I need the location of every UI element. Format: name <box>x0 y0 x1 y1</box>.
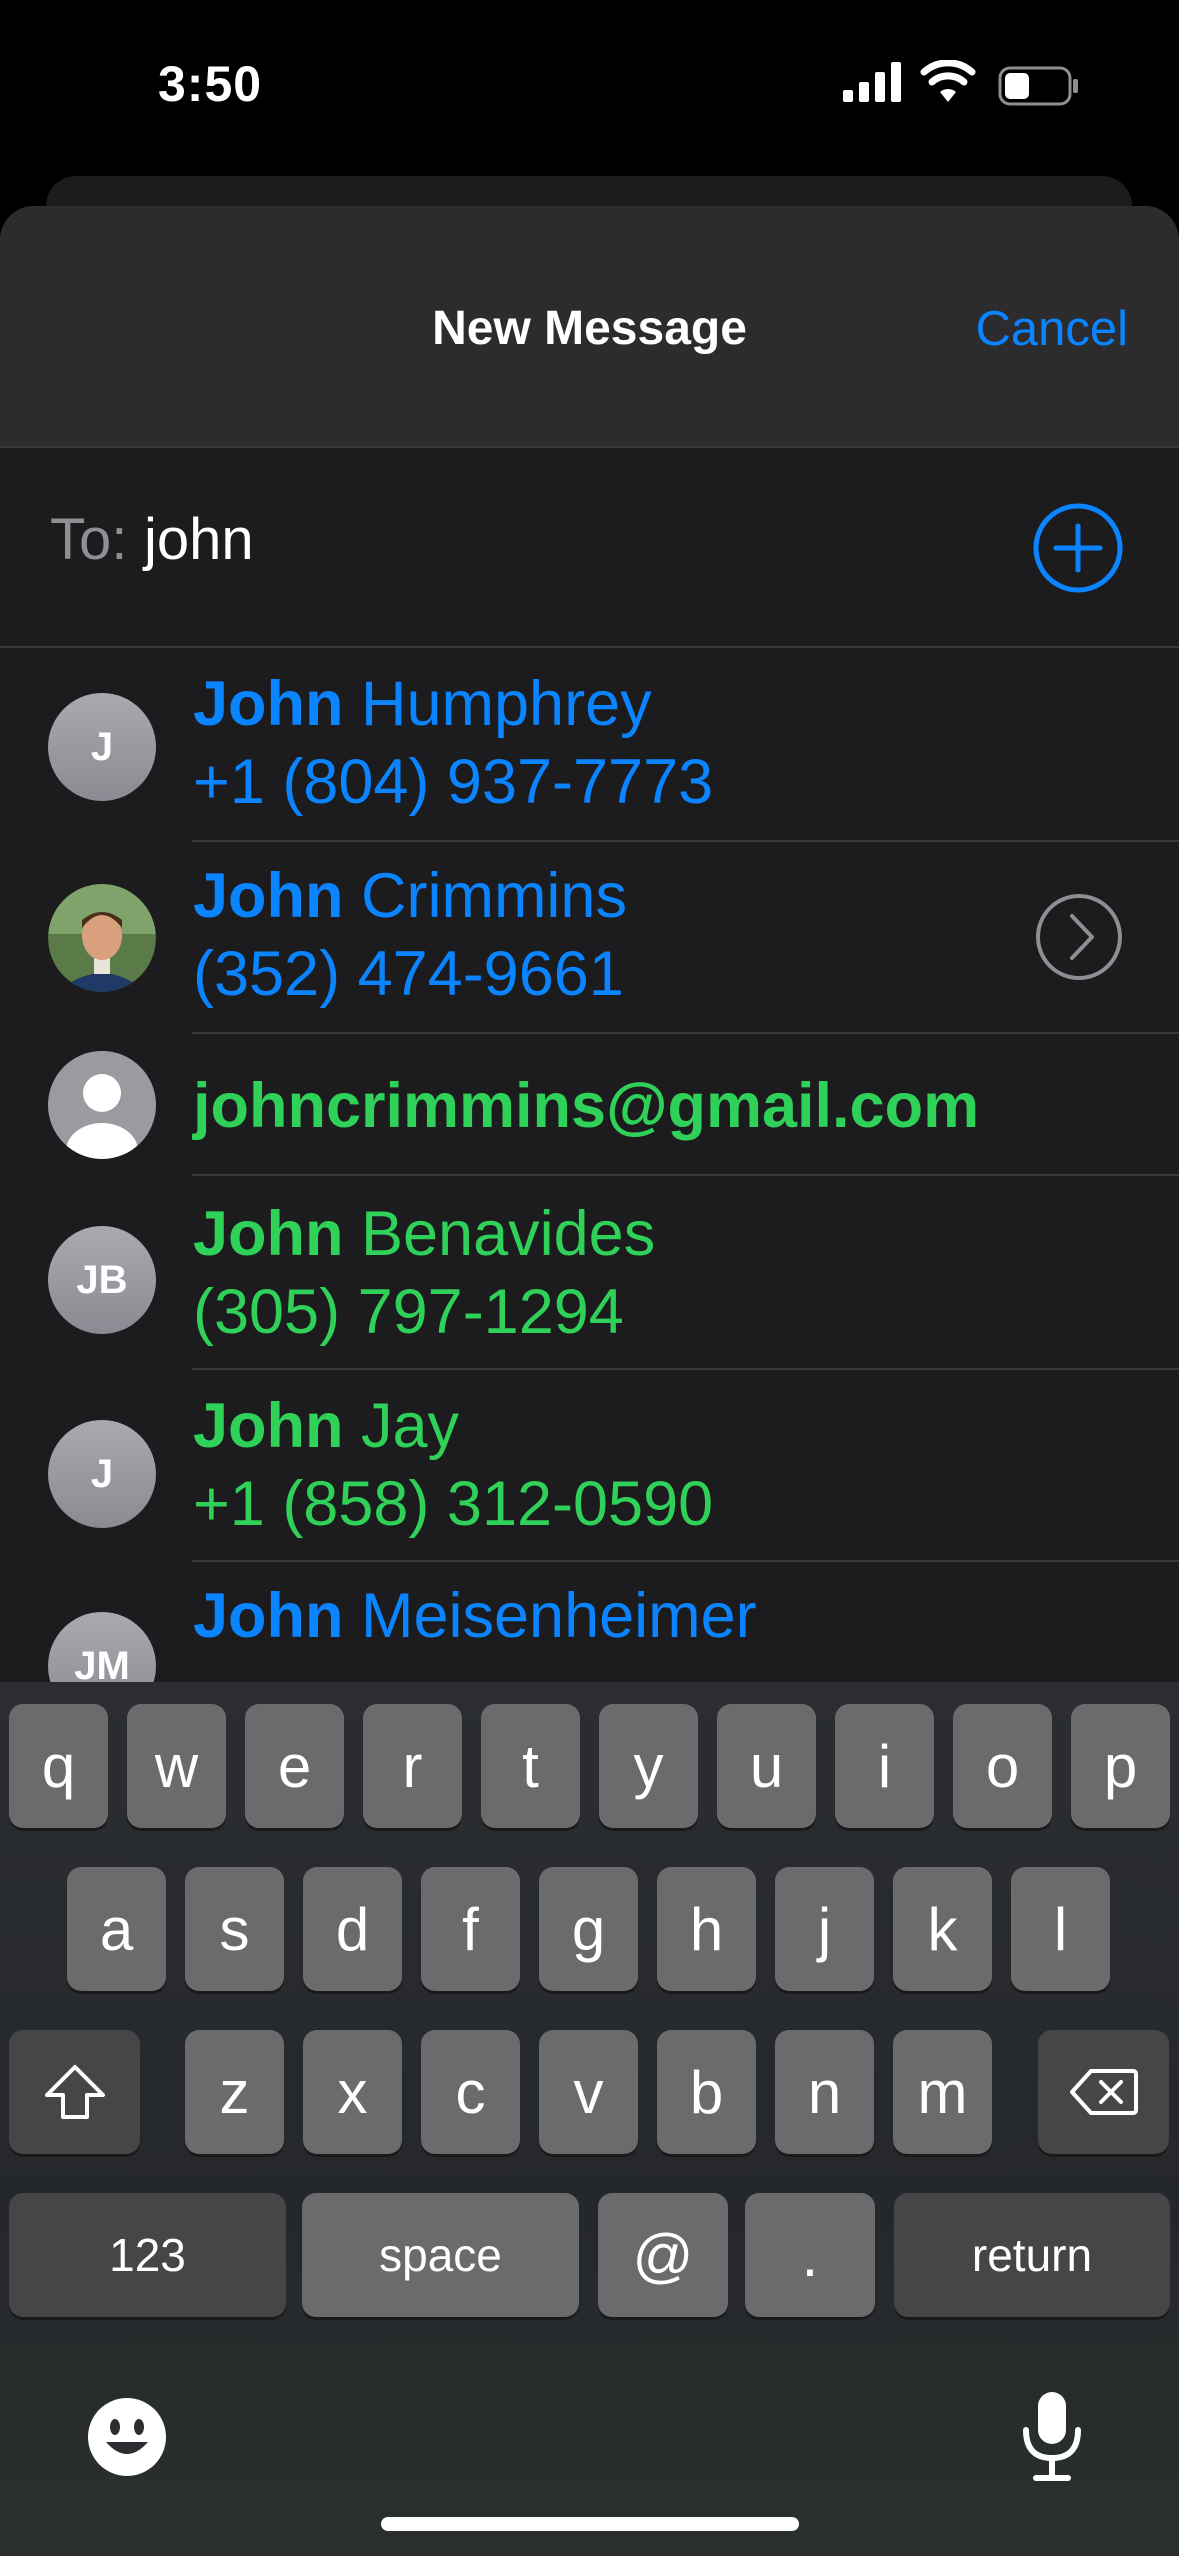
cellular-signal-icon <box>843 62 901 102</box>
first-name: John <box>193 1199 344 1269</box>
key-t[interactable]: t <box>481 1704 580 1828</box>
key-o[interactable]: o <box>953 1704 1052 1828</box>
space-key[interactable]: space <box>302 2193 579 2317</box>
first-name: John <box>193 1581 344 1651</box>
first-name: John <box>193 1391 344 1461</box>
key-h[interactable]: h <box>657 1867 756 1991</box>
list-item[interactable]: J John Humphrey +1 (804) 937-7773 <box>0 648 1179 842</box>
last-name: Humphrey <box>343 669 652 739</box>
contact-name: John Humphrey <box>193 668 652 740</box>
to-field-row[interactable]: To: john <box>0 446 1179 648</box>
key-r[interactable]: r <box>363 1704 462 1828</box>
last-name: Jay <box>343 1391 460 1461</box>
contact-photo-avatar <box>48 884 156 992</box>
shift-icon <box>44 2065 105 2119</box>
shift-key[interactable] <box>9 2030 140 2154</box>
status-time: 3:50 <box>158 56 263 112</box>
key-z[interactable]: z <box>185 2030 284 2154</box>
key-s[interactable]: s <box>185 1867 284 1991</box>
contact-name: John Meisenheimer <box>193 1580 757 1652</box>
key-x[interactable]: x <box>303 2030 402 2154</box>
key-f[interactable]: f <box>421 1867 520 1991</box>
key-p[interactable]: p <box>1071 1704 1170 1828</box>
last-name: Crimmins <box>343 861 627 931</box>
key-i[interactable]: i <box>835 1704 934 1828</box>
navigation-bar: New Message Cancel <box>0 206 1179 448</box>
recipient-input[interactable]: john <box>144 506 254 573</box>
contact-phone: (305) 797-1294 <box>193 1277 624 1347</box>
chevron-right-icon[interactable] <box>1034 892 1124 982</box>
home-indicator[interactable] <box>381 2517 799 2531</box>
battery-icon <box>998 66 1078 106</box>
contact-email: johncrimmins@gmail.com <box>193 1071 980 1141</box>
key-e[interactable]: e <box>245 1704 344 1828</box>
contact-phone: +1 (858) 312-0590 <box>193 1469 714 1539</box>
contact-phone: +1 (804) 937-7773 <box>193 747 714 817</box>
list-item[interactable]: John Crimmins (352) 474-9661 <box>0 842 1179 1034</box>
avatar: J <box>48 1420 156 1528</box>
backspace-icon <box>1069 2069 1138 2115</box>
key-v[interactable]: v <box>539 2030 638 2154</box>
person-placeholder-icon <box>48 1051 156 1159</box>
key-c[interactable]: c <box>421 2030 520 2154</box>
key-g[interactable]: g <box>539 1867 638 1991</box>
delete-key[interactable] <box>1038 2030 1169 2154</box>
key-b[interactable]: b <box>657 2030 756 2154</box>
cancel-button[interactable]: Cancel <box>975 301 1128 357</box>
first-name: John <box>193 861 344 931</box>
avatar: J <box>48 693 156 801</box>
key-y[interactable]: y <box>599 1704 698 1828</box>
contact-name: John Jay <box>193 1390 459 1462</box>
contact-name: John Crimmins <box>193 860 627 932</box>
period-key[interactable]: . <box>745 2193 875 2317</box>
list-item[interactable]: J John Jay +1 (858) 312-0590 <box>0 1370 1179 1562</box>
numbers-key[interactable]: 123 <box>9 2193 286 2317</box>
key-a[interactable]: a <box>67 1867 166 1991</box>
list-item[interactable]: JB John Benavides (305) 797-1294 <box>0 1176 1179 1370</box>
add-contact-icon[interactable] <box>1032 502 1124 594</box>
status-bar: 3:50 <box>0 0 1179 170</box>
key-j[interactable]: j <box>775 1867 874 1991</box>
key-n[interactable]: n <box>775 2030 874 2154</box>
avatar: JB <box>48 1226 156 1334</box>
at-key[interactable]: @ <box>598 2193 728 2317</box>
wifi-icon <box>920 60 976 102</box>
contact-phone: (352) 474-9661 <box>193 939 624 1009</box>
contact-name: John Benavides <box>193 1198 655 1270</box>
key-w[interactable]: w <box>127 1704 226 1828</box>
last-name: Benavides <box>343 1199 656 1269</box>
keyboard: q w e r t y u i o p a s d f g h j k l z … <box>0 1682 1179 2556</box>
to-label: To: <box>50 507 128 572</box>
last-name: Meisenheimer <box>343 1581 757 1651</box>
key-q[interactable]: q <box>9 1704 108 1828</box>
key-m[interactable]: m <box>893 2030 992 2154</box>
emoji-icon[interactable] <box>86 2396 168 2478</box>
key-d[interactable]: d <box>303 1867 402 1991</box>
key-u[interactable]: u <box>717 1704 816 1828</box>
return-key[interactable]: return <box>894 2193 1170 2317</box>
key-l[interactable]: l <box>1011 1867 1110 1991</box>
key-k[interactable]: k <box>893 1867 992 1991</box>
first-name: John <box>193 669 344 739</box>
list-item[interactable]: johncrimmins@gmail.com <box>0 1034 1179 1176</box>
microphone-icon[interactable] <box>1018 2388 1086 2484</box>
